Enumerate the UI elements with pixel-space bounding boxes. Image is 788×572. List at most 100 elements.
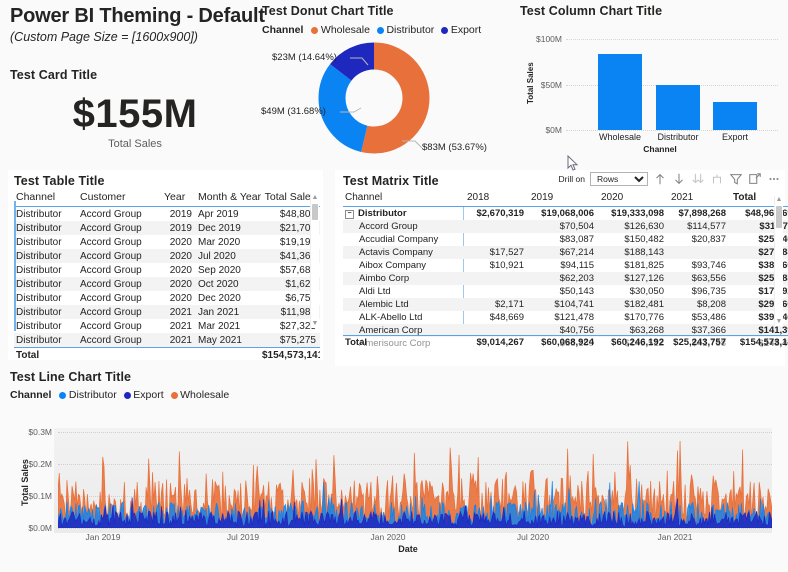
table-row[interactable]: Distributor Accord Group 2020 Mar 2020 $… bbox=[14, 235, 320, 249]
table-row[interactable]: Distributor Accord Group 2021 Jan 2021 $… bbox=[14, 305, 320, 319]
matrix-col-2018[interactable]: 2018 bbox=[465, 191, 529, 207]
scroll-down-arrow-icon[interactable]: ▼ bbox=[311, 320, 319, 328]
matrix-scroll-down-arrow-icon[interactable]: ▼ bbox=[775, 318, 783, 326]
cell-channel: Distributor bbox=[14, 333, 78, 348]
line-y-axis-title: Total Sales bbox=[20, 459, 30, 506]
legend-item-wholesale[interactable]: Wholesale bbox=[311, 24, 370, 36]
collapse-icon[interactable]: − bbox=[345, 210, 354, 219]
matrix-row[interactable]: Accord Group $70,504 $126,630 $114,577 $… bbox=[343, 220, 788, 233]
cell-month-year: Mar 2020 bbox=[198, 236, 241, 248]
matrix-group-2018: $2,670,319 bbox=[476, 208, 524, 219]
column-bar-export[interactable] bbox=[713, 102, 757, 130]
cell-customer: Accord Group bbox=[78, 277, 162, 291]
legend-item-distributor[interactable]: Distributor bbox=[376, 24, 434, 36]
focus-mode-icon[interactable] bbox=[748, 172, 762, 186]
table-row[interactable]: Distributor Accord Group 2021 May 2021 $… bbox=[14, 333, 320, 348]
matrix-table[interactable]: Channel 2018 2019 2020 2021 Total − Distr… bbox=[343, 191, 788, 350]
table-col-month-year[interactable]: Month & Year bbox=[196, 190, 261, 207]
matrix-cell-2020: $126,630 bbox=[599, 220, 669, 233]
data-table[interactable]: Channel Customer Year Month & Year Total… bbox=[14, 190, 320, 363]
matrix-scrollbar-thumb[interactable] bbox=[776, 206, 782, 228]
table-row[interactable]: Distributor Accord Group 2021 Mar 2021 $… bbox=[14, 319, 320, 333]
drill-down-icon[interactable] bbox=[672, 172, 686, 186]
matrix-group-row[interactable]: − Distributor $2,670,319 $19,068,006 $19,… bbox=[343, 207, 788, 221]
matrix-cell-customer: Aldi Ltd bbox=[359, 286, 391, 297]
column-chart-visual[interactable]: Test Column Chart Title $100M $50M $0M T… bbox=[520, 4, 782, 159]
matrix-total-row: Total $9,014,267 $60,068,924 $60,246,192… bbox=[343, 336, 788, 350]
cell-channel: Distributor bbox=[14, 305, 78, 319]
donut-label-wholesale: $83M (53.67%) bbox=[422, 142, 487, 153]
matrix-row[interactable]: Alembic Ltd $2,171 $104,741 $182,481 $8,… bbox=[343, 298, 788, 311]
matrix-scroll-up-arrow-icon[interactable]: ▲ bbox=[775, 196, 783, 204]
drill-up-icon[interactable] bbox=[653, 172, 667, 186]
table-row[interactable]: Distributor Accord Group 2019 Dec 2019 $… bbox=[14, 221, 320, 235]
matrix-cell-2018 bbox=[465, 220, 529, 233]
matrix-row[interactable]: Aimbo Corp $62,203 $127,126 $63,556 $252… bbox=[343, 272, 788, 285]
donut-label-distributor: $49M (31.68%) bbox=[261, 106, 326, 117]
cell-customer: Accord Group bbox=[78, 305, 162, 319]
matrix-group-cell[interactable]: − Distributor bbox=[343, 207, 465, 221]
matrix-col-2019[interactable]: 2019 bbox=[529, 191, 599, 207]
table-col-customer[interactable]: Customer bbox=[78, 190, 162, 207]
matrix-col-2020[interactable]: 2020 bbox=[599, 191, 669, 207]
line-ytick-02m: $0.2M bbox=[28, 459, 52, 469]
line-legend-dot-export bbox=[123, 391, 131, 399]
line-series-svg[interactable] bbox=[58, 414, 772, 528]
cell-customer: Accord Group bbox=[80, 292, 142, 304]
line-xtick-jan2019: Jan 2019 bbox=[85, 532, 121, 542]
drill-on-select[interactable]: Rows Columns bbox=[590, 172, 648, 186]
table-col-year[interactable]: Year bbox=[162, 190, 196, 207]
card-value: $155M bbox=[72, 92, 198, 136]
table-visual[interactable]: Test Table Title Channel Customer Year M… bbox=[8, 170, 323, 363]
cell-channel: Distributor bbox=[14, 221, 78, 235]
matrix-col-2021[interactable]: 2021 bbox=[669, 191, 731, 207]
legend-item-export[interactable]: Export bbox=[441, 24, 481, 36]
matrix-cell-2020: $170,776 bbox=[624, 312, 664, 323]
matrix-visual[interactable]: Test Matrix Title Drill on Rows Columns bbox=[335, 170, 788, 366]
matrix-row[interactable]: Accudial Company $83,087 $150,482 $20,83… bbox=[343, 233, 788, 246]
scrollbar-thumb[interactable] bbox=[312, 204, 318, 220]
line-legend-item-distributor[interactable]: Distributor bbox=[59, 389, 117, 401]
matrix-toolbar[interactable]: Drill on Rows Columns bbox=[559, 172, 781, 186]
matrix-row[interactable]: Aibox Company $10,921 $94,115 $181,825 $… bbox=[343, 259, 788, 272]
matrix-cell-2019: $50,143 bbox=[559, 286, 594, 297]
table-vertical-scrollbar[interactable]: ▲ ▼ bbox=[310, 194, 319, 328]
table-total-spacer-3 bbox=[196, 347, 260, 363]
line-gridline-00m bbox=[58, 528, 772, 529]
column-bar-wholesale[interactable] bbox=[598, 54, 642, 130]
more-options-icon[interactable] bbox=[767, 172, 781, 186]
cell-customer: Accord Group bbox=[78, 249, 162, 263]
expand-next-level-icon[interactable] bbox=[691, 172, 705, 186]
line-legend-label-wholesale: Wholesale bbox=[180, 389, 230, 401]
scroll-up-arrow-icon[interactable]: ▲ bbox=[311, 194, 319, 202]
cell-year: 2020 bbox=[162, 249, 196, 263]
line-legend-dot-distributor bbox=[59, 391, 67, 399]
line-legend-item-wholesale[interactable]: Wholesale bbox=[170, 389, 230, 401]
matrix-row[interactable]: Actavis Company $17,527 $67,214 $188,143… bbox=[343, 246, 788, 259]
cell-customer: Accord Group bbox=[80, 236, 142, 248]
column-bar-distributor[interactable] bbox=[656, 85, 700, 130]
matrix-row[interactable]: ALK-Abello Ltd $48,669 $121,478 $170,776… bbox=[343, 311, 788, 324]
table-row[interactable]: Distributor Accord Group 2020 Jul 2020 $… bbox=[14, 249, 320, 263]
donut-chart-visual[interactable]: Test Donut Chart Title Channel Wholesale… bbox=[261, 4, 512, 159]
line-legend-item-export[interactable]: Export bbox=[123, 389, 164, 401]
include-next-level-icon[interactable] bbox=[710, 172, 724, 186]
matrix-row[interactable]: Aldi Ltd $50,143 $30,050 $96,735 $176,92… bbox=[343, 285, 788, 298]
table-row[interactable]: Distributor Accord Group 2020 Dec 2020 $… bbox=[14, 291, 320, 305]
gridline-0m bbox=[566, 130, 778, 131]
matrix-total-2019: $60,068,924 bbox=[541, 337, 594, 348]
filter-icon[interactable] bbox=[729, 172, 743, 186]
table-col-channel[interactable]: Channel bbox=[14, 190, 78, 207]
matrix-col-channel[interactable]: Channel bbox=[343, 191, 465, 207]
matrix-vertical-scrollbar[interactable]: ▲ ▼ bbox=[774, 196, 783, 326]
table-row[interactable]: Distributor Accord Group 2020 Sep 2020 $… bbox=[14, 263, 320, 277]
matrix-cell-customer: Aibox Company bbox=[359, 260, 427, 271]
table-row[interactable]: Distributor Accord Group 2020 Oct 2020 $… bbox=[14, 277, 320, 291]
card-visual[interactable]: Test Card Title $155M Total Sales bbox=[10, 68, 260, 163]
table-row[interactable]: Distributor Accord Group 2019 Apr 2019 $… bbox=[14, 207, 320, 222]
legend-label-wholesale: Wholesale bbox=[320, 24, 370, 36]
matrix-cell-2019: $62,203 bbox=[529, 272, 599, 285]
line-chart-visual[interactable]: Test Line Chart Title Channel Distributo… bbox=[8, 370, 786, 570]
matrix-header-row: Channel 2018 2019 2020 2021 Total bbox=[343, 191, 788, 207]
matrix-total-2020: $60,246,192 bbox=[611, 337, 664, 348]
